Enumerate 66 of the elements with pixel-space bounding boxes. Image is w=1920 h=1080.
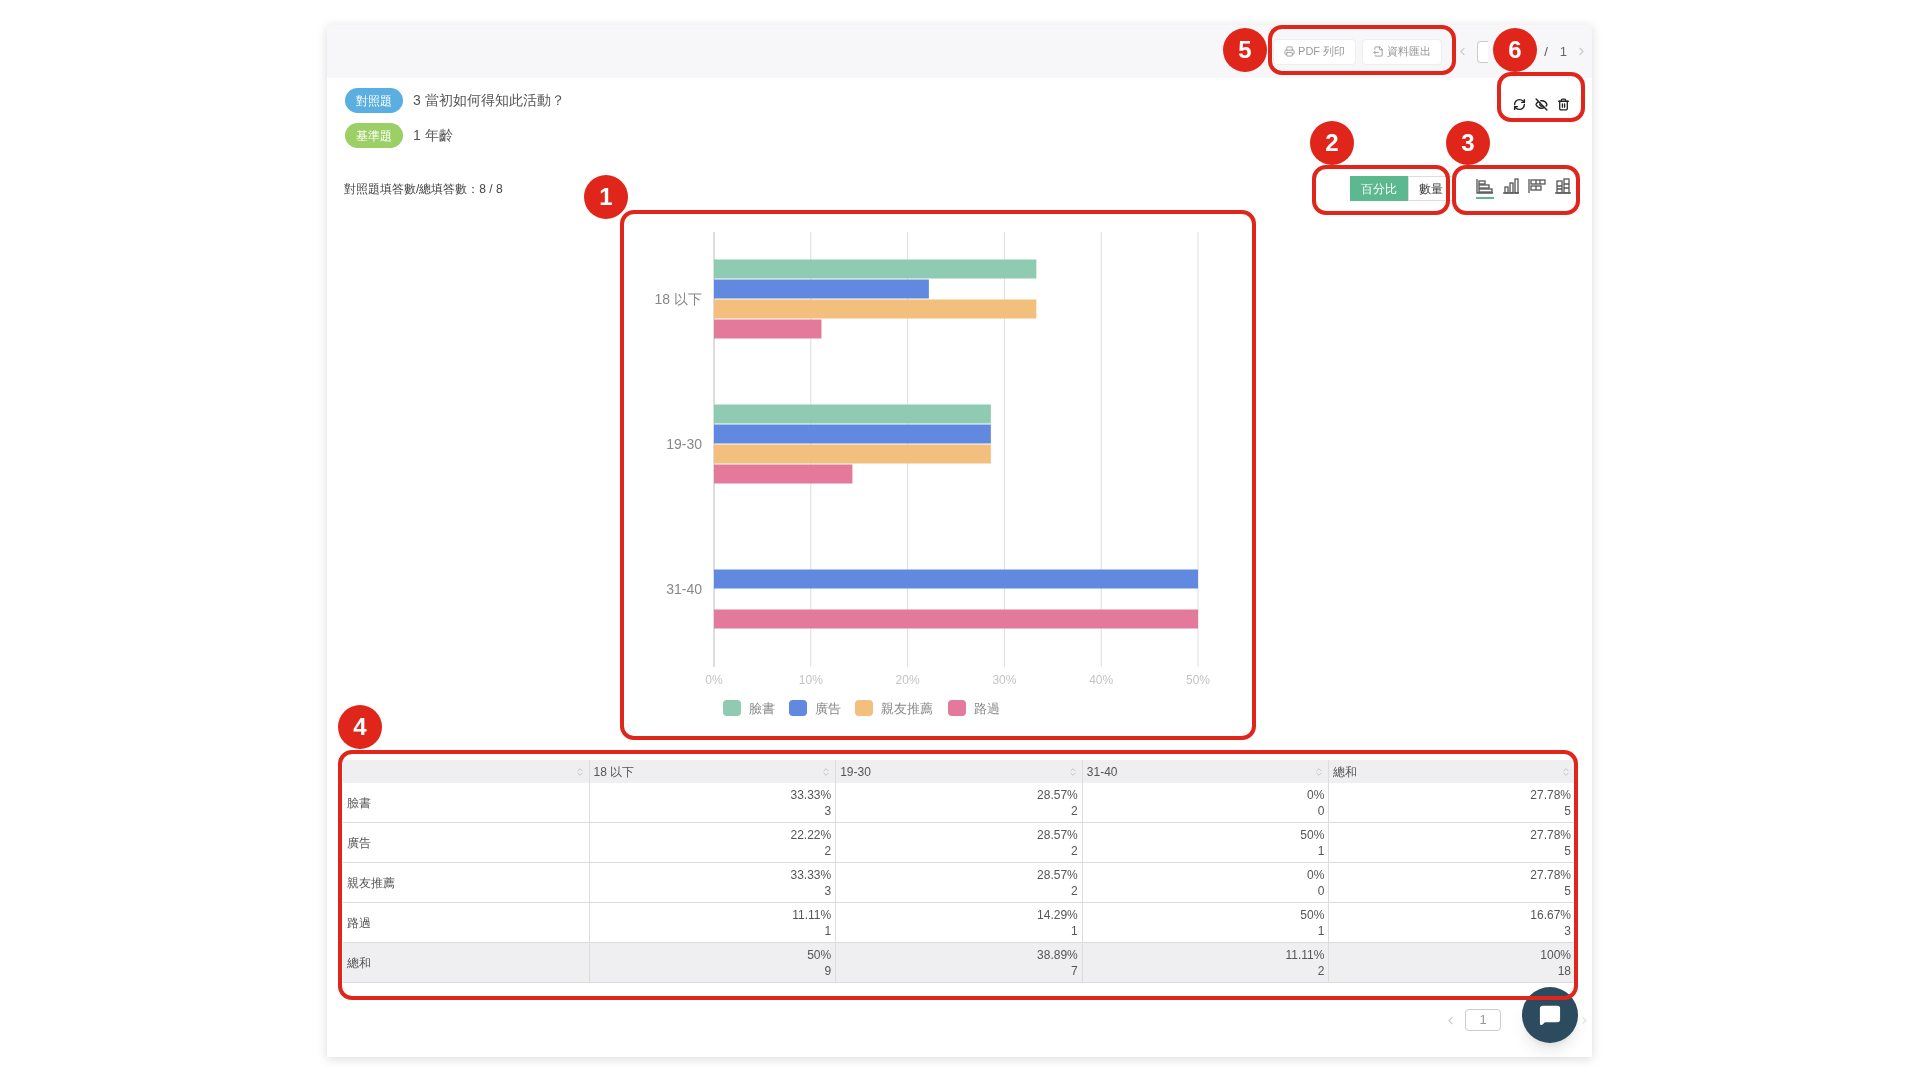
table-cell: 27.78% 5 (1329, 823, 1576, 862)
table-cell: 14.29% 1 (836, 903, 1083, 942)
table-cell: 11.11% 1 (589, 903, 837, 942)
table-cell: 100% 18 (1329, 943, 1576, 982)
horizontal-bar-chart-icon (1476, 178, 1494, 194)
legend-label: 路過 (974, 701, 1000, 716)
question-title: 1 年齡 (413, 126, 453, 145)
sort-icon[interactable] (574, 766, 585, 777)
axis-tick-label: 0% (705, 673, 723, 687)
category-label: 18 以下 (654, 290, 702, 307)
table-cell: 38.89% 7 (836, 943, 1083, 982)
chat-icon (1539, 1004, 1561, 1026)
legend-label: 廣告 (815, 701, 841, 716)
row-label-cell: 路過 (343, 903, 590, 942)
table-cell: 22.22% 2 (589, 823, 837, 862)
table-cell: 0% 0 (1082, 863, 1330, 902)
page-total: 1 (1559, 42, 1567, 61)
column-header: 總和 (1333, 763, 1358, 781)
table-cell: 27.78% 5 (1329, 783, 1576, 822)
row-label-cell: 總和 (343, 943, 590, 982)
table-cell: 33.33% 3 (589, 863, 837, 902)
question-tag: 基準題 (345, 123, 403, 148)
table-cell: 0% 0 (1082, 783, 1330, 822)
axis-tick-label: 30% (992, 673, 1017, 687)
axis-tick-label: 20% (895, 673, 920, 687)
question-title: 3 當初如何得知此活動？ (413, 91, 565, 110)
sort-icon[interactable] (821, 766, 832, 777)
column-header: 18 以下 (593, 763, 635, 781)
question-tag: 對照題 (345, 88, 403, 113)
legend-label: 親友推薦 (881, 701, 933, 716)
sort-icon[interactable] (1067, 766, 1078, 777)
table-cell: 33.33% 3 (589, 783, 837, 822)
file-export-icon (1373, 46, 1385, 57)
category-label: 31-40 (666, 580, 702, 597)
answer-count: 對照題填答數/總填答數：8 / 8 (344, 180, 503, 198)
table-cell: 50% 9 (589, 943, 837, 982)
table-cell: 50% 1 (1082, 903, 1330, 942)
stacked-horizontal-chart-icon (1528, 178, 1546, 194)
column-header: 19-30 (840, 763, 871, 781)
printer-icon (1284, 46, 1296, 57)
page-input[interactable] (1477, 40, 1489, 63)
chart-type-button[interactable] (1476, 178, 1494, 199)
axis-tick-label: 10% (798, 673, 823, 687)
column-header: 31-40 (1086, 763, 1118, 781)
bar-chart-icon (1502, 178, 1520, 194)
axis-tick-label: 40% (1089, 673, 1114, 687)
sort-icon[interactable] (1314, 766, 1325, 777)
delete-button[interactable] (1555, 96, 1572, 113)
category-label: 19-30 (666, 435, 702, 452)
table-cell: 28.57% 2 (836, 863, 1083, 902)
row-label-cell: 親友推薦 (343, 863, 590, 902)
table-cell: 28.57% 2 (836, 823, 1083, 862)
sort-icon[interactable] (1561, 766, 1571, 777)
table-cell: 27.78% 5 (1329, 863, 1576, 902)
row-label-cell: 廣告 (343, 823, 590, 862)
table-cell: 50% 1 (1082, 823, 1330, 862)
table-cell: 28.57% 2 (836, 783, 1083, 822)
legend-label: 臉書 (749, 701, 775, 716)
axis-tick-label: 50% (1186, 673, 1210, 687)
stacked-bar-chart-icon (1554, 178, 1572, 194)
row-label-cell: 臉書 (343, 783, 590, 822)
table-cell: 16.67% 3 (1329, 903, 1576, 942)
table-cell: 11.11% 2 (1082, 943, 1330, 982)
refresh-button[interactable] (1511, 96, 1528, 113)
hide-button[interactable] (1533, 96, 1550, 113)
page-separator: / (1544, 42, 1548, 61)
